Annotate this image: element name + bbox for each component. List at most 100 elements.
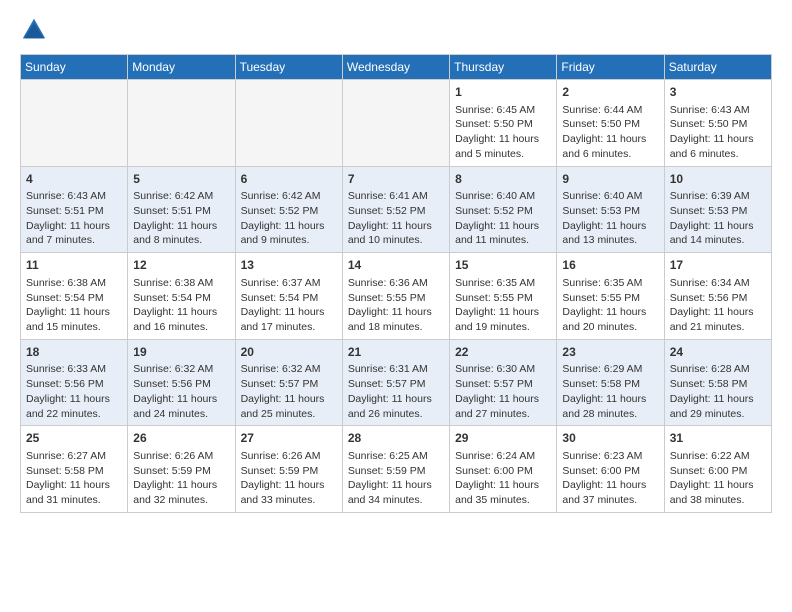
day-cell bbox=[21, 80, 128, 167]
day-cell: 4 Sunrise: 6:43 AMSunset: 5:51 PMDaylight… bbox=[21, 166, 128, 253]
day-info: Sunrise: 6:26 AMSunset: 5:59 PMDaylight:… bbox=[133, 450, 217, 506]
day-cell: 10Sunrise: 6:39 AMSunset: 5:53 PMDayligh… bbox=[664, 166, 771, 253]
logo-icon bbox=[20, 16, 48, 44]
day-number: 6 bbox=[241, 171, 337, 188]
logo bbox=[20, 16, 52, 44]
day-number: 15 bbox=[455, 257, 551, 274]
day-number: 17 bbox=[670, 257, 766, 274]
week-row-3: 11 Sunrise: 6:38 AMSunset: 5:54 PMDayligh… bbox=[21, 253, 772, 340]
day-cell bbox=[342, 80, 449, 167]
day-cell: 22 Sunrise: 6:30 AMSunset: 5:57 PMDayligh… bbox=[450, 339, 557, 426]
day-cell: 17 Sunrise: 6:34 AMSunset: 5:56 PMDayligh… bbox=[664, 253, 771, 340]
day-number: 4 bbox=[26, 171, 122, 188]
day-cell: 28Sunrise: 6:25 AMSunset: 5:59 PMDayligh… bbox=[342, 426, 449, 513]
day-number: 22 bbox=[455, 344, 551, 361]
day-number: 11 bbox=[26, 257, 122, 274]
day-header-friday: Friday bbox=[557, 55, 664, 80]
day-info: Sunrise: 6:31 AMSunset: 5:57 PMDaylight:… bbox=[348, 363, 432, 419]
day-number: 25 bbox=[26, 430, 122, 447]
day-info: Sunrise: 6:35 AMSunset: 5:55 PMDaylight:… bbox=[455, 277, 539, 333]
day-info: Sunrise: 6:43 AMSunset: 5:51 PMDaylight:… bbox=[26, 190, 110, 246]
day-number: 13 bbox=[241, 257, 337, 274]
day-cell: 8Sunrise: 6:40 AMSunset: 5:52 PMDaylight… bbox=[450, 166, 557, 253]
day-number: 29 bbox=[455, 430, 551, 447]
day-cell: 30 Sunrise: 6:23 AMSunset: 6:00 PMDayligh… bbox=[557, 426, 664, 513]
week-row-1: 1 Sunrise: 6:45 AMSunset: 5:50 PMDaylight… bbox=[21, 80, 772, 167]
day-info: Sunrise: 6:44 AMSunset: 5:50 PMDaylight:… bbox=[562, 104, 646, 160]
day-cell: 9Sunrise: 6:40 AMSunset: 5:53 PMDaylight… bbox=[557, 166, 664, 253]
day-number: 23 bbox=[562, 344, 658, 361]
week-row-5: 25 Sunrise: 6:27 AMSunset: 5:58 PMDayligh… bbox=[21, 426, 772, 513]
day-number: 10 bbox=[670, 171, 766, 188]
day-info: Sunrise: 6:45 AMSunset: 5:50 PMDaylight:… bbox=[455, 104, 539, 160]
day-info: Sunrise: 6:43 AMSunset: 5:50 PMDaylight:… bbox=[670, 104, 754, 160]
day-info: Sunrise: 6:22 AMSunset: 6:00 PMDaylight:… bbox=[670, 450, 754, 506]
day-number: 16 bbox=[562, 257, 658, 274]
day-cell: 21Sunrise: 6:31 AMSunset: 5:57 PMDayligh… bbox=[342, 339, 449, 426]
day-cell: 18Sunrise: 6:33 AMSunset: 5:56 PMDayligh… bbox=[21, 339, 128, 426]
day-cell bbox=[235, 80, 342, 167]
day-number: 5 bbox=[133, 171, 229, 188]
day-cell: 26 Sunrise: 6:26 AMSunset: 5:59 PMDayligh… bbox=[128, 426, 235, 513]
day-info: Sunrise: 6:34 AMSunset: 5:56 PMDaylight:… bbox=[670, 277, 754, 333]
day-info: Sunrise: 6:23 AMSunset: 6:00 PMDaylight:… bbox=[562, 450, 646, 506]
header bbox=[20, 16, 772, 44]
day-cell: 27Sunrise: 6:26 AMSunset: 5:59 PMDayligh… bbox=[235, 426, 342, 513]
day-cell: 19Sunrise: 6:32 AMSunset: 5:56 PMDayligh… bbox=[128, 339, 235, 426]
day-header-thursday: Thursday bbox=[450, 55, 557, 80]
day-info: Sunrise: 6:32 AMSunset: 5:57 PMDaylight:… bbox=[241, 363, 325, 419]
day-header-saturday: Saturday bbox=[664, 55, 771, 80]
day-number: 26 bbox=[133, 430, 229, 447]
calendar-table: SundayMondayTuesdayWednesdayThursdayFrid… bbox=[20, 54, 772, 513]
day-cell: 3 Sunrise: 6:43 AMSunset: 5:50 PMDaylight… bbox=[664, 80, 771, 167]
day-cell: 20 Sunrise: 6:32 AMSunset: 5:57 PMDayligh… bbox=[235, 339, 342, 426]
day-number: 7 bbox=[348, 171, 444, 188]
day-cell: 15 Sunrise: 6:35 AMSunset: 5:55 PMDayligh… bbox=[450, 253, 557, 340]
day-cell: 11 Sunrise: 6:38 AMSunset: 5:54 PMDayligh… bbox=[21, 253, 128, 340]
day-info: Sunrise: 6:29 AMSunset: 5:58 PMDaylight:… bbox=[562, 363, 646, 419]
day-info: Sunrise: 6:24 AMSunset: 6:00 PMDaylight:… bbox=[455, 450, 539, 506]
day-info: Sunrise: 6:40 AMSunset: 5:52 PMDaylight:… bbox=[455, 190, 539, 246]
day-info: Sunrise: 6:27 AMSunset: 5:58 PMDaylight:… bbox=[26, 450, 110, 506]
day-info: Sunrise: 6:26 AMSunset: 5:59 PMDaylight:… bbox=[241, 450, 325, 506]
day-cell: 5 Sunrise: 6:42 AMSunset: 5:51 PMDaylight… bbox=[128, 166, 235, 253]
day-cell: 29 Sunrise: 6:24 AMSunset: 6:00 PMDayligh… bbox=[450, 426, 557, 513]
day-info: Sunrise: 6:42 AMSunset: 5:52 PMDaylight:… bbox=[241, 190, 325, 246]
day-number: 20 bbox=[241, 344, 337, 361]
day-info: Sunrise: 6:25 AMSunset: 5:59 PMDaylight:… bbox=[348, 450, 432, 506]
day-cell: 12 Sunrise: 6:38 AMSunset: 5:54 PMDayligh… bbox=[128, 253, 235, 340]
day-info: Sunrise: 6:30 AMSunset: 5:57 PMDaylight:… bbox=[455, 363, 539, 419]
week-row-2: 4 Sunrise: 6:43 AMSunset: 5:51 PMDaylight… bbox=[21, 166, 772, 253]
day-header-tuesday: Tuesday bbox=[235, 55, 342, 80]
day-cell: 1 Sunrise: 6:45 AMSunset: 5:50 PMDaylight… bbox=[450, 80, 557, 167]
day-header-sunday: Sunday bbox=[21, 55, 128, 80]
day-number: 2 bbox=[562, 84, 658, 101]
day-info: Sunrise: 6:42 AMSunset: 5:51 PMDaylight:… bbox=[133, 190, 217, 246]
day-cell: 23 Sunrise: 6:29 AMSunset: 5:58 PMDayligh… bbox=[557, 339, 664, 426]
day-info: Sunrise: 6:28 AMSunset: 5:58 PMDaylight:… bbox=[670, 363, 754, 419]
day-cell: 7 Sunrise: 6:41 AMSunset: 5:52 PMDaylight… bbox=[342, 166, 449, 253]
day-info: Sunrise: 6:36 AMSunset: 5:55 PMDaylight:… bbox=[348, 277, 432, 333]
day-header-monday: Monday bbox=[128, 55, 235, 80]
header-row: SundayMondayTuesdayWednesdayThursdayFrid… bbox=[21, 55, 772, 80]
day-info: Sunrise: 6:41 AMSunset: 5:52 PMDaylight:… bbox=[348, 190, 432, 246]
day-number: 1 bbox=[455, 84, 551, 101]
week-row-4: 18Sunrise: 6:33 AMSunset: 5:56 PMDayligh… bbox=[21, 339, 772, 426]
day-number: 31 bbox=[670, 430, 766, 447]
day-info: Sunrise: 6:35 AMSunset: 5:55 PMDaylight:… bbox=[562, 277, 646, 333]
day-cell bbox=[128, 80, 235, 167]
day-number: 3 bbox=[670, 84, 766, 101]
day-number: 12 bbox=[133, 257, 229, 274]
day-number: 30 bbox=[562, 430, 658, 447]
day-cell: 16 Sunrise: 6:35 AMSunset: 5:55 PMDayligh… bbox=[557, 253, 664, 340]
day-number: 14 bbox=[348, 257, 444, 274]
day-info: Sunrise: 6:38 AMSunset: 5:54 PMDaylight:… bbox=[133, 277, 217, 333]
day-cell: 6 Sunrise: 6:42 AMSunset: 5:52 PMDaylight… bbox=[235, 166, 342, 253]
day-number: 19 bbox=[133, 344, 229, 361]
day-cell: 25 Sunrise: 6:27 AMSunset: 5:58 PMDayligh… bbox=[21, 426, 128, 513]
day-cell: 2 Sunrise: 6:44 AMSunset: 5:50 PMDaylight… bbox=[557, 80, 664, 167]
day-info: Sunrise: 6:38 AMSunset: 5:54 PMDaylight:… bbox=[26, 277, 110, 333]
day-number: 24 bbox=[670, 344, 766, 361]
day-header-wednesday: Wednesday bbox=[342, 55, 449, 80]
day-cell: 14 Sunrise: 6:36 AMSunset: 5:55 PMDayligh… bbox=[342, 253, 449, 340]
